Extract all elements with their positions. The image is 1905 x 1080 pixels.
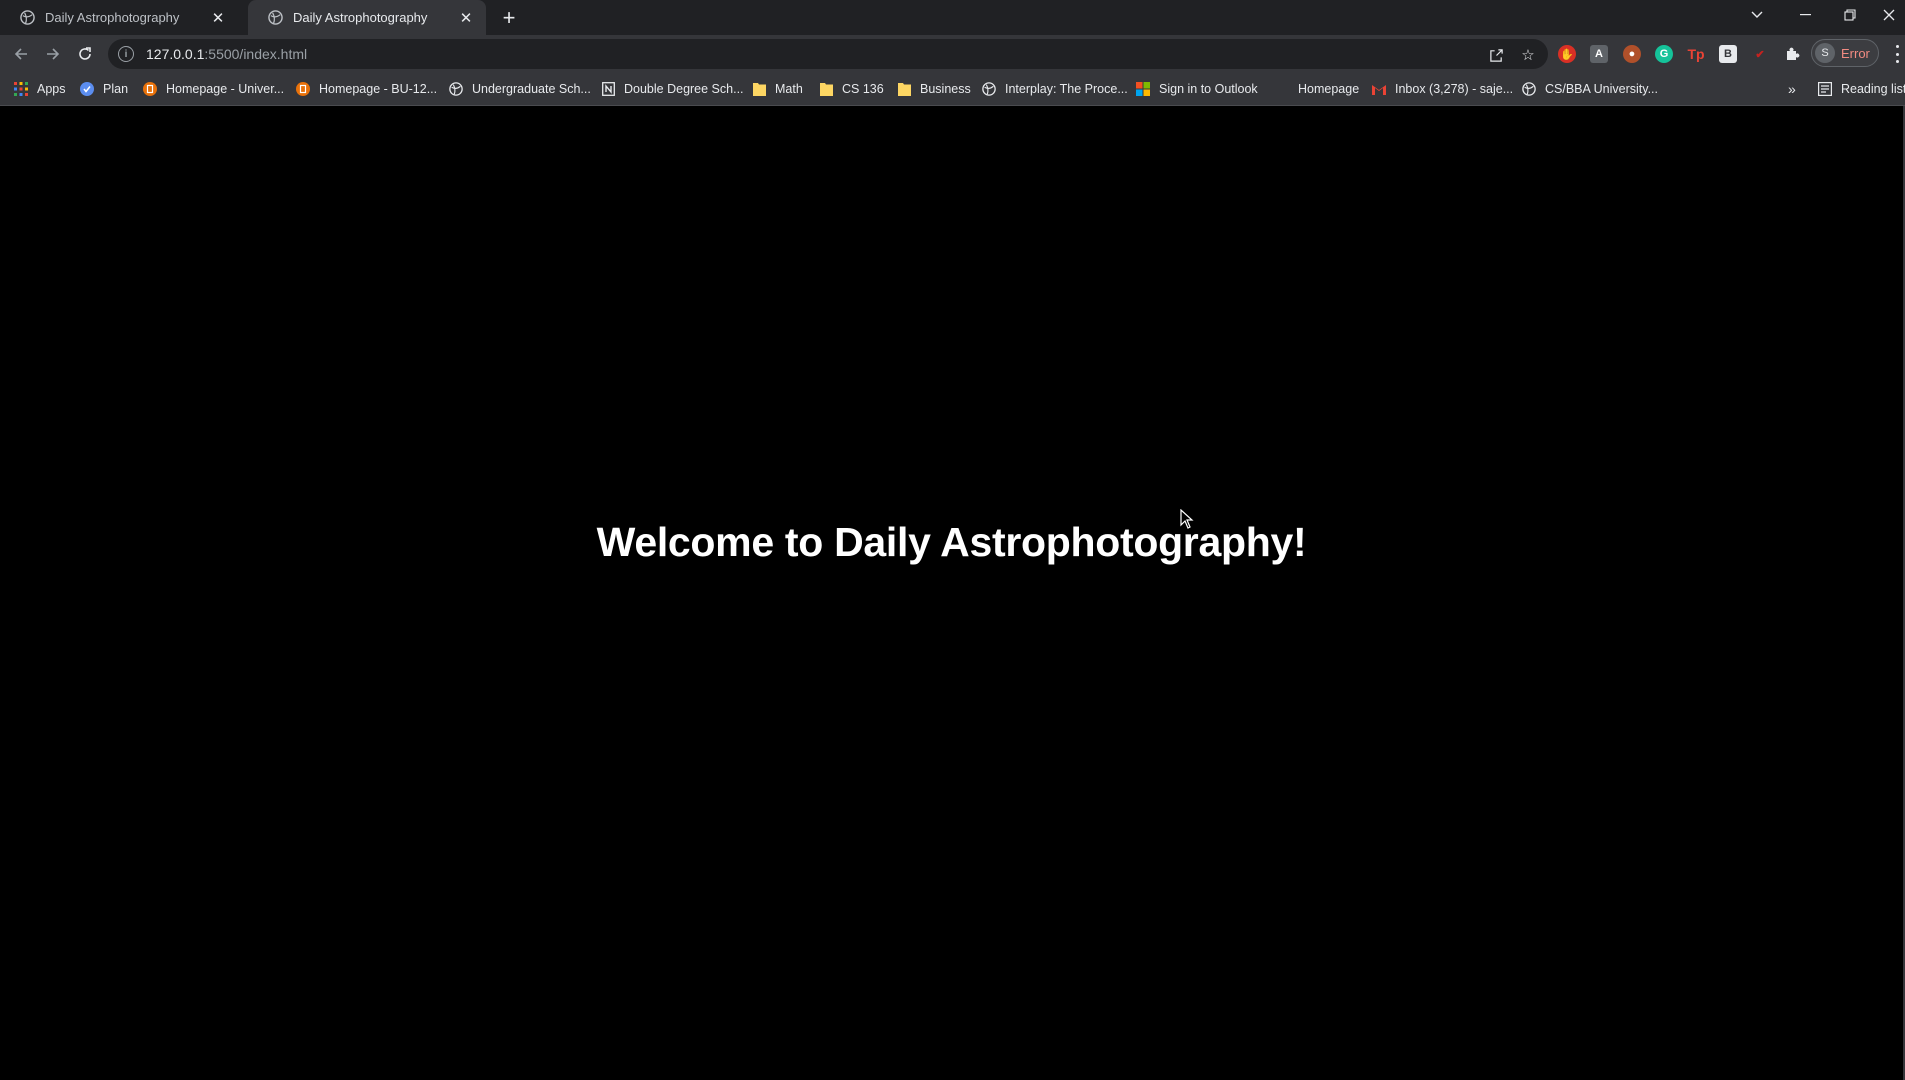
extension-icon[interactable]: ✔ <box>1751 45 1769 63</box>
more-bookmarks-chevron-icon[interactable]: » <box>1788 80 1796 98</box>
bookmark-star-icon[interactable]: ☆ <box>1518 45 1538 65</box>
reload-button[interactable] <box>72 41 98 67</box>
tab-daily-astrophotography-1[interactable]: Daily Astrophotography ✕ <box>0 0 238 35</box>
tab-strip: Daily Astrophotography ✕ Daily Astrophot… <box>0 0 1905 35</box>
back-button[interactable] <box>8 41 34 67</box>
bookmark-label: Apps <box>37 82 66 96</box>
bookmark-outlook[interactable]: Sign in to Outlook <box>1136 80 1258 98</box>
reading-list-icon <box>1818 82 1832 96</box>
globe-icon <box>20 10 35 25</box>
forward-arrow-icon <box>47 48 60 60</box>
adblock-extension-icon[interactable]: ✋ <box>1558 45 1576 63</box>
plan-check-icon <box>80 82 94 96</box>
bookmark-folder-business[interactable]: Business <box>897 80 971 98</box>
back-arrow-icon <box>14 48 27 60</box>
university-icon <box>296 82 310 96</box>
reading-list-label: Reading list <box>1841 82 1905 96</box>
bookmark-homepage-bu12[interactable]: Homepage - BU-12... <box>296 80 437 98</box>
bookmark-interplay[interactable]: Interplay: The Proce... <box>982 80 1128 98</box>
folder-icon <box>819 82 833 96</box>
bookmark-label: Math <box>775 82 803 96</box>
bookmark-label: Homepage - Univer... <box>166 82 285 96</box>
close-tab-icon[interactable]: ✕ <box>458 10 474 27</box>
university-icon <box>143 82 157 96</box>
bookmark-label: Homepage <box>1298 82 1360 96</box>
page-heading: Welcome to Daily Astrophotography! <box>596 519 1307 565</box>
bookmark-undergraduate[interactable]: Undergraduate Sch... <box>449 80 591 98</box>
globe-icon <box>268 10 283 25</box>
grammarly-extension-icon[interactable]: G <box>1655 45 1673 63</box>
tp-extension-icon[interactable]: Tp <box>1687 45 1705 63</box>
bookmark-cs-bba[interactable]: CS/BBA University... <box>1522 80 1658 98</box>
browser-toolbar: i 127.0.0.1:5500/index.html ☆ ✋ A ● G Tp… <box>0 35 1905 73</box>
bookmark-folder-math[interactable]: Math <box>752 80 803 98</box>
apps-grid-icon <box>14 82 28 96</box>
bookmark-label: Business <box>920 82 971 96</box>
globe-icon <box>449 82 463 96</box>
site-info-icon[interactable]: i <box>118 46 134 62</box>
brave-lion-extension-icon[interactable]: ● <box>1623 45 1641 63</box>
bookmark-double-degree[interactable]: Double Degree Sch... <box>601 80 744 98</box>
blank-favicon-icon <box>1275 82 1289 96</box>
bookmark-apps[interactable]: Apps <box>14 80 66 98</box>
reading-list-button[interactable]: Reading list <box>1818 80 1905 98</box>
tab-title: Daily Astrophotography <box>293 10 428 25</box>
close-tab-icon[interactable]: ✕ <box>210 10 226 27</box>
gmail-icon <box>1372 82 1386 96</box>
bookmark-label: Interplay: The Proce... <box>1005 82 1128 96</box>
restore-icon[interactable] <box>1829 0 1871 30</box>
bookmark-label: CS 136 <box>842 82 884 96</box>
bookmark-label: Sign in to Outlook <box>1159 82 1258 96</box>
extension-icon[interactable]: B <box>1719 45 1737 63</box>
folder-icon <box>752 82 766 96</box>
bookmark-gmail-inbox[interactable]: Inbox (3,278) - saje... <box>1372 80 1513 98</box>
bookmark-homepage-univer[interactable]: Homepage - Univer... <box>143 80 284 98</box>
page-viewport: Welcome to Daily Astrophotography! <box>0 106 1905 1080</box>
tab-daily-astrophotography-2[interactable]: Daily Astrophotography ✕ <box>248 0 486 35</box>
address-bar[interactable]: i 127.0.0.1:5500/index.html ☆ <box>108 39 1548 69</box>
bookmark-label: Inbox (3,278) - saje... <box>1395 82 1514 96</box>
tab-search-icon[interactable] <box>1736 0 1778 30</box>
tab-title: Daily Astrophotography <box>45 10 180 25</box>
profile-status: Error <box>1841 45 1870 61</box>
bookmark-folder-cs136[interactable]: CS 136 <box>819 80 884 98</box>
mouse-cursor-icon <box>1180 509 1194 529</box>
menu-more-icon[interactable] <box>1893 45 1901 63</box>
share-icon[interactable] <box>1486 45 1506 65</box>
globe-icon <box>1522 82 1536 96</box>
bookmark-plan[interactable]: Plan <box>80 80 128 98</box>
bookmark-label: Double Degree Sch... <box>624 82 744 96</box>
bookmark-label: Undergraduate Sch... <box>472 82 591 96</box>
profile-button[interactable]: S Error <box>1811 39 1879 67</box>
puzzle-extensions-icon[interactable] <box>1783 45 1801 63</box>
reload-icon <box>79 47 91 60</box>
notion-icon <box>601 82 615 96</box>
bookmarks-bar: Apps Plan Homepage - Univer... Homepage … <box>0 73 1905 106</box>
bookmark-homepage[interactable]: Homepage <box>1275 80 1359 98</box>
avatar: S <box>1815 43 1835 63</box>
url-path: :5500/index.html <box>204 46 308 62</box>
folder-icon <box>897 82 911 96</box>
bookmark-label: Homepage - BU-12... <box>319 82 438 96</box>
extension-icon[interactable]: A <box>1590 45 1608 63</box>
bookmark-label: CS/BBA University... <box>1545 82 1658 96</box>
close-window-icon[interactable] <box>1873 0 1905 30</box>
new-tab-button[interactable]: + <box>497 5 521 30</box>
url-host: 127.0.0.1 <box>146 46 205 62</box>
globe-icon <box>982 82 996 96</box>
microsoft-icon <box>1136 82 1150 96</box>
minimize-icon[interactable] <box>1784 0 1826 30</box>
forward-button[interactable] <box>40 41 66 67</box>
bookmark-label: Plan <box>103 82 129 96</box>
